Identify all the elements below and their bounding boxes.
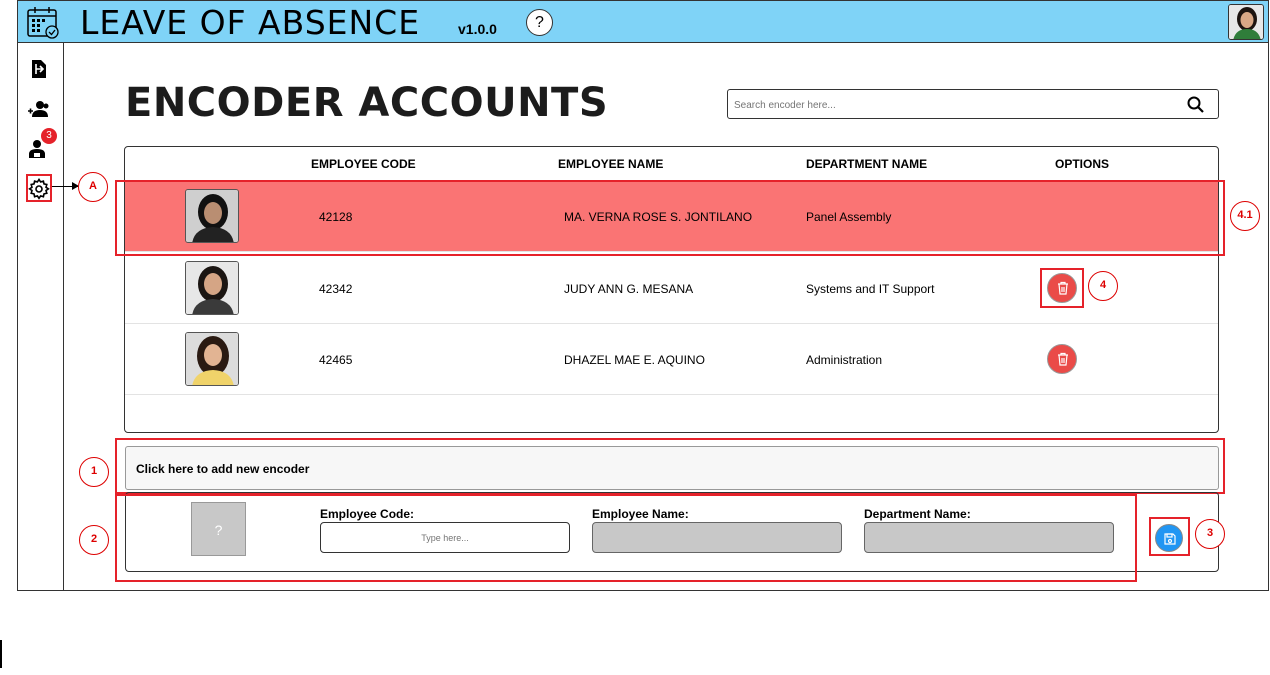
search-input[interactable] <box>734 95 1174 115</box>
annotation-highlight-form <box>115 494 1137 582</box>
page-edge-mark <box>0 640 2 668</box>
notification-badge: 3 <box>41 128 57 144</box>
page-title: ENCODER ACCOUNTS <box>125 80 609 126</box>
app-version: v1.0.0 <box>458 21 497 37</box>
calendar-check-icon <box>27 7 59 39</box>
employee-code: 42342 <box>319 282 353 296</box>
employee-name: DHAZEL MAE E. AQUINO <box>564 353 705 367</box>
department-name: Administration <box>806 353 883 367</box>
annotation-arrow <box>52 182 79 190</box>
annotation-2: 2 <box>79 525 109 555</box>
header-employee-code: EMPLOYEE CODE <box>311 157 416 171</box>
employee-photo <box>185 261 239 315</box>
table-row[interactable]: DHAZEL MAE E. AQUINO 42465 Administratio… <box>125 324 1218 395</box>
top-bar: LEAVE OF ABSENCE v1.0.0 ? <box>17 0 1269 43</box>
header-employee-name: EMPLOYEE NAME <box>558 157 664 171</box>
annotation-1: 1 <box>79 457 109 487</box>
annotation-4: 4 <box>1088 271 1118 301</box>
annotation-highlight-save <box>1149 517 1190 556</box>
search-box <box>727 89 1219 119</box>
sidebar: 3 <box>17 43 64 591</box>
annotation-4-1: 4.1 <box>1230 201 1260 231</box>
search-icon[interactable] <box>1186 95 1206 115</box>
annotation-3: 3 <box>1195 519 1225 549</box>
user-avatar[interactable] <box>1228 4 1264 40</box>
department-name: Systems and IT Support <box>806 282 935 296</box>
trash-icon <box>1058 352 1068 366</box>
employee-code: 42465 <box>319 353 353 367</box>
annotation-highlight-add <box>115 438 1225 494</box>
employee-photo <box>185 332 239 386</box>
annotation-highlight-row <box>115 180 1225 256</box>
leave-document-icon[interactable] <box>27 57 51 81</box>
delete-button[interactable] <box>1047 344 1077 374</box>
app-title: LEAVE OF ABSENCE <box>80 3 421 42</box>
users-icon[interactable] <box>27 97 51 121</box>
annotation-a: A <box>78 172 108 202</box>
annotation-highlight-delete <box>1040 268 1084 308</box>
employee-name: JUDY ANN G. MESANA <box>564 282 694 296</box>
help-button[interactable]: ? <box>526 9 553 36</box>
header-options: OPTIONS <box>1055 157 1110 171</box>
header-department-name: DEPARTMENT NAME <box>806 157 928 171</box>
annotation-highlight-settings <box>26 174 52 202</box>
